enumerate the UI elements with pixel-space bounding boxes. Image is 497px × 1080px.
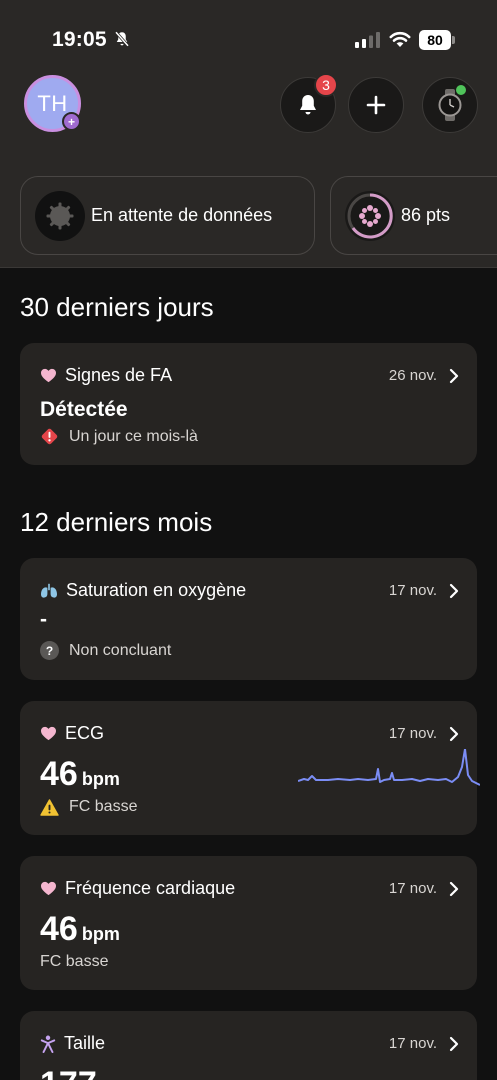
loading-gear-icon	[35, 190, 85, 241]
cellular-signal-icon	[355, 32, 380, 48]
card-value: 46	[40, 755, 78, 793]
heart-icon	[41, 726, 56, 741]
card-value-row: 46 bpm	[40, 755, 120, 794]
card-title: Taille	[64, 1033, 106, 1053]
plus-icon	[366, 95, 386, 115]
card-note: FC basse	[69, 798, 138, 815]
card-oxygen-saturation[interactable]: Saturation en oxygène 17 nov. - ? Non co…	[20, 558, 477, 680]
question-icon: ?	[40, 641, 59, 660]
card-title: Fréquence cardiaque	[65, 878, 236, 898]
card-note-row: FC basse	[40, 798, 137, 816]
card-note-row: ? Non concluant	[40, 641, 171, 660]
add-button[interactable]	[348, 77, 404, 133]
watch-device-button[interactable]	[422, 77, 478, 133]
battery-tip	[452, 36, 455, 44]
card-title: Saturation en oxygène	[66, 580, 247, 600]
card-date: 17 nov.	[388, 725, 437, 742]
chevron-right-icon	[449, 583, 459, 599]
card-note-row: Un jour ce mois-là	[40, 427, 198, 446]
card-header: Signes de FA	[40, 365, 172, 386]
card-header: Fréquence cardiaque	[40, 878, 235, 899]
bell-icon	[300, 95, 316, 115]
lungs-icon	[41, 583, 57, 598]
avatar-add-icon[interactable]: +	[62, 112, 81, 131]
card-heart-rate[interactable]: Fréquence cardiaque 17 nov. 46 bpm FC bas…	[20, 856, 477, 990]
heart-icon	[41, 368, 56, 383]
status-time: 19:05	[52, 28, 107, 51]
score-ring-icon	[345, 190, 395, 241]
card-date: 17 nov.	[388, 1035, 437, 1052]
card-height[interactable]: Taille 17 nov. 177	[20, 1011, 477, 1080]
card-value: 46	[40, 910, 78, 948]
section-title-30-days: 30 derniers jours	[20, 292, 214, 322]
card-date: 17 nov.	[388, 880, 437, 897]
card-unit: bpm	[81, 769, 120, 789]
card-value: -	[40, 608, 47, 631]
heart-icon	[41, 881, 56, 896]
battery-indicator: 80	[419, 30, 451, 50]
card-title: ECG	[65, 723, 105, 743]
card-header: Taille	[40, 1033, 105, 1054]
wifi-icon	[389, 31, 411, 47]
card-note: Non concluant	[69, 641, 172, 659]
ecg-waveform	[298, 749, 480, 786]
card-value: Détectée	[40, 398, 128, 421]
card-unit: bpm	[81, 924, 120, 944]
card-note: Un jour ce mois-là	[69, 427, 198, 445]
warning-triangle-icon	[40, 798, 59, 816]
section-title-12-months: 12 derniers mois	[20, 507, 213, 537]
data-status-label: En attente de données	[91, 205, 273, 225]
card-value-row: 177	[40, 1065, 97, 1080]
chevron-right-icon	[449, 726, 459, 742]
score-label: 86 pts	[401, 205, 451, 225]
device-connected-dot	[456, 85, 466, 95]
card-note: FC basse	[40, 953, 109, 970]
card-ecg[interactable]: ECG 17 nov. 46 bpm FC basse	[20, 701, 480, 835]
alert-diamond-icon	[40, 427, 59, 446]
card-date: 26 nov.	[388, 367, 437, 384]
chevron-right-icon	[449, 368, 459, 384]
card-header: ECG	[40, 723, 104, 744]
card-title: Signes de FA	[65, 365, 173, 385]
card-header: Saturation en oxygène	[40, 580, 246, 601]
person-figure-icon	[40, 1035, 56, 1053]
card-value-row: 46 bpm	[40, 910, 120, 949]
chevron-right-icon	[449, 881, 459, 897]
score-pill[interactable]: 86 pts	[330, 176, 497, 255]
card-af-signs[interactable]: Signes de FA 26 nov. Détectée Un jour ce…	[20, 343, 477, 465]
card-value: 177	[40, 1065, 97, 1080]
chevron-right-icon	[449, 1036, 459, 1052]
card-date: 17 nov.	[388, 582, 437, 599]
bell-muted-icon	[114, 31, 130, 47]
notifications-badge: 3	[314, 73, 338, 97]
data-status-pill[interactable]: En attente de données	[20, 176, 315, 255]
